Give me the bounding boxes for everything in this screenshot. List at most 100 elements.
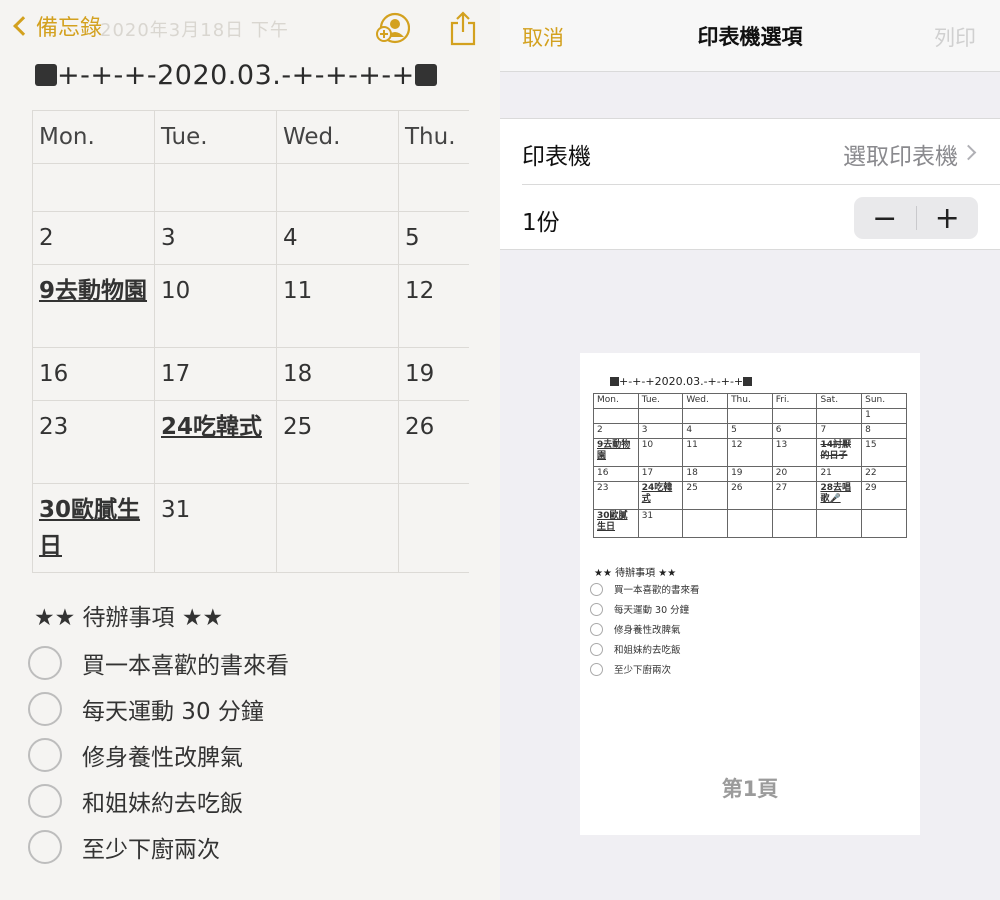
- preview-day-header: Thu.: [727, 393, 773, 409]
- increment-button[interactable]: +: [917, 197, 979, 239]
- checkbox-circle[interactable]: [28, 646, 62, 680]
- printer-row[interactable]: 印表機 選取印表機: [522, 119, 1000, 185]
- calendar-row: 23 24吃韓式 25 26: [32, 400, 469, 484]
- preview-cell: [861, 509, 907, 538]
- preview-cell: 1: [861, 408, 907, 424]
- printer-value: 選取印表機: [843, 144, 958, 170]
- copies-label: 1份: [522, 210, 560, 236]
- calendar-cell: 2: [32, 211, 155, 265]
- calendar-row: [32, 163, 469, 212]
- calendar-cell: 24吃韓式: [154, 400, 277, 484]
- day-header: Mon.: [32, 110, 155, 164]
- calendar-cell: 5: [398, 211, 469, 265]
- checkbox-circle: [590, 622, 603, 636]
- back-button[interactable]: 備忘錄: [10, 10, 102, 42]
- checkbox-circle[interactable]: [28, 738, 62, 772]
- preview-cell: [816, 509, 863, 538]
- back-label: 備忘錄: [36, 16, 103, 41]
- preview-cell: 12: [727, 438, 773, 467]
- square-glyph: [35, 64, 57, 86]
- calendar-cell: 31: [154, 483, 277, 573]
- todo-heading: ★★ 待辦事項 ★★: [34, 605, 224, 631]
- preview-todo-item: 每天運動 30 分鐘: [590, 599, 700, 619]
- preview-title-text: +-+-+2020.03.-+-+-+: [619, 375, 744, 388]
- preview-todo-text: 每天運動 30 分鐘: [614, 605, 690, 616]
- checkbox-circle[interactable]: [28, 830, 62, 864]
- calendar-cell: 9去動物園: [32, 264, 155, 348]
- preview-cell: 16: [593, 466, 639, 482]
- calendar-cell: 3: [154, 211, 277, 265]
- preview-cell: 30歐膩生日: [593, 509, 639, 538]
- preview-row: 23 24吃韓式 25 26 27 28去唱歌🎤 29: [593, 481, 907, 510]
- calendar-cell: 25: [276, 400, 399, 484]
- calendar-row: 2 3 4 5: [32, 211, 469, 265]
- preview-cell: [816, 408, 863, 424]
- preview-todo-text: 和姐妹約去吃飯: [614, 645, 681, 656]
- day-header: Wed.: [276, 110, 399, 164]
- copies-row: 1份 − +: [522, 185, 1000, 251]
- preview-event-text: 28去唱歌🎤: [820, 483, 851, 504]
- preview-row: 2 3 4 5 6 7 8: [593, 423, 907, 439]
- note-title: +-+-+-2020.03.-+-+-+-+: [35, 60, 437, 91]
- add-person-icon[interactable]: [376, 12, 410, 44]
- preview-row: 1: [593, 408, 907, 424]
- todo-item: 和姐妹約去吃飯: [28, 778, 289, 824]
- todo-text[interactable]: 修身養性改脾氣: [82, 738, 243, 772]
- checkbox-circle[interactable]: [28, 784, 62, 818]
- preview-cell: 14討厭的日子: [816, 438, 863, 467]
- decrement-button[interactable]: −: [854, 197, 916, 239]
- print-preview-page[interactable]: +-+-+2020.03.-+-+-+ Mon. Tue. Wed. Thu. …: [580, 353, 920, 835]
- preview-cell: 10: [637, 438, 684, 467]
- preview-cell: 26: [727, 481, 773, 510]
- calendar-cell: 4: [276, 211, 399, 265]
- preview-cell: 4: [682, 423, 729, 439]
- preview-day-header: Tue.: [637, 393, 684, 409]
- day-header: Tue.: [154, 110, 277, 164]
- preview-cell: 5: [727, 423, 773, 439]
- preview-cell: 25: [682, 481, 729, 510]
- page-title: 印表機選項: [697, 25, 803, 49]
- preview-row: 16 17 18 19 20 21 22: [593, 466, 907, 482]
- todo-item: 至少下廚兩次: [28, 824, 289, 870]
- todo-text[interactable]: 每天運動 30 分鐘: [82, 692, 264, 726]
- preview-cell: [771, 509, 818, 538]
- preview-todo-heading: ★★ 待辦事項 ★★: [594, 568, 677, 579]
- square-glyph: [414, 64, 437, 86]
- preview-cell: [771, 408, 818, 424]
- day-header: Thu.: [398, 110, 469, 164]
- checkbox-circle: [590, 602, 603, 616]
- preview-title: +-+-+2020.03.-+-+-+: [610, 375, 753, 388]
- preview-cell: [593, 408, 639, 424]
- preview-header-row: Mon. Tue. Wed. Thu. Fri. Sat. Sun.: [593, 393, 907, 409]
- preview-cell: 6: [771, 423, 818, 439]
- calendar-cell: [154, 163, 277, 212]
- preview-cell: 18: [682, 466, 729, 482]
- checkbox-circle[interactable]: [28, 692, 62, 726]
- print-button[interactable]: 列印: [934, 22, 976, 52]
- chevron-left-icon: [13, 16, 33, 36]
- preview-cell: 23: [593, 481, 639, 510]
- event-text: 9去動物園: [39, 278, 148, 304]
- preview-todo-list: 買一本喜歡的書來看 每天運動 30 分鐘 修身養性改脾氣 和姐妹約去吃飯 至少下…: [590, 579, 700, 679]
- page-number-label: 第1頁: [721, 777, 779, 801]
- todo-text[interactable]: 買一本喜歡的書來看: [82, 646, 289, 680]
- preview-cell: 17: [637, 466, 684, 482]
- preview-cell: 9去動物園: [593, 438, 639, 467]
- preview-event-text: 14討厭的日子: [820, 440, 851, 461]
- calendar-cell: [398, 163, 469, 212]
- preview-cell: 20: [771, 466, 818, 482]
- printer-settings-group: 印表機 選取印表機 1份 − +: [500, 118, 1000, 250]
- todo-text[interactable]: 至少下廚兩次: [82, 830, 220, 864]
- calendar-cell: 23: [32, 400, 155, 484]
- checkbox-circle: [590, 642, 603, 656]
- printer-options-panel: 取消 印表機選項 列印 印表機 選取印表機 1份 − + +-+-+2020.0…: [500, 0, 1000, 900]
- preview-cell: 29: [861, 481, 907, 510]
- calendar-cell: 18: [276, 347, 399, 401]
- preview-cell: 7: [816, 423, 863, 439]
- preview-cell: [637, 408, 684, 424]
- todo-item: 每天運動 30 分鐘: [28, 686, 289, 732]
- preview-event-text: 30歐膩生日: [597, 511, 628, 532]
- notes-panel: 備忘錄 2020年3月18日 下午 +-+-+-2020.03.-+-+-+-+…: [0, 0, 500, 900]
- share-icon[interactable]: [448, 10, 478, 46]
- todo-text[interactable]: 和姐妹約去吃飯: [82, 784, 243, 818]
